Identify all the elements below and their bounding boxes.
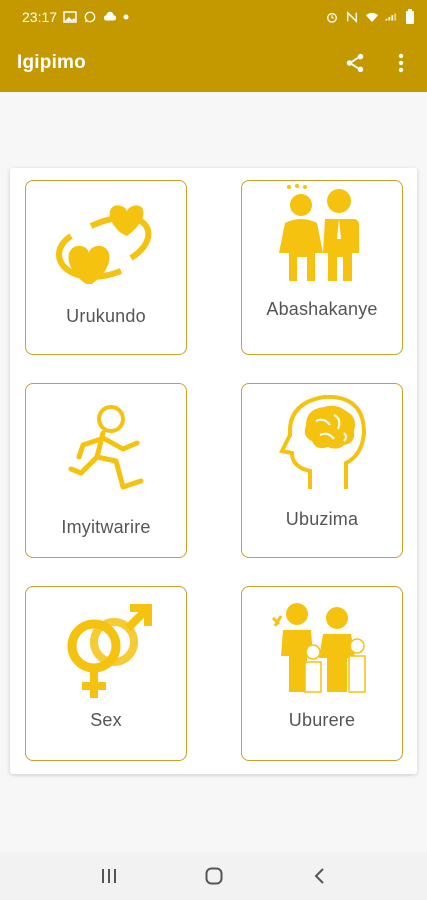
share-icon	[346, 53, 364, 73]
cloud-icon	[103, 11, 117, 21]
app-title: Igipimo	[17, 52, 86, 73]
image-icon	[63, 11, 77, 23]
tile-label: Sex	[90, 710, 122, 730]
tile-label: Imyitwarire	[61, 517, 151, 537]
alarm-icon	[327, 12, 337, 23]
recents-button[interactable]	[89, 856, 129, 896]
battery-icon	[406, 9, 414, 24]
tile-label: Abashakanye	[266, 299, 378, 319]
tile-imyitwarire[interactable]: Imyitwarire	[25, 383, 187, 558]
status-time: 23:17	[22, 9, 58, 25]
recents-icon	[101, 869, 116, 883]
tile-label: Ubuzima	[285, 509, 359, 529]
hearts-icon	[56, 205, 152, 284]
gender-symbols-icon	[67, 604, 152, 698]
share-button[interactable]	[343, 51, 367, 75]
whatsapp-icon	[84, 11, 96, 23]
system-nav-bar	[0, 852, 427, 900]
head-brain-icon	[279, 394, 367, 489]
home-button[interactable]	[194, 856, 234, 896]
tile-sex[interactable]: Sex	[25, 586, 187, 761]
signal-icon	[385, 13, 397, 21]
tile-urukundo[interactable]: Urukundo	[25, 180, 187, 355]
tile-label: Uburere	[288, 710, 356, 730]
status-bar: 23:17	[0, 0, 427, 34]
tile-label: Urukundo	[66, 306, 146, 326]
app-bar: Igipimo	[0, 34, 427, 92]
nfc-icon	[347, 11, 357, 23]
family-icon	[271, 603, 366, 693]
category-grid: Urukundo Abashakanye Imyitwarire Ubuzima…	[10, 168, 417, 774]
more-vert-icon	[398, 53, 404, 73]
more-options-button[interactable]	[389, 51, 413, 75]
running-person-icon	[68, 405, 144, 490]
dot-icon	[123, 14, 129, 20]
wifi-icon	[366, 12, 378, 23]
back-icon	[314, 868, 324, 884]
tile-ubuzima[interactable]: Ubuzima	[241, 383, 403, 558]
home-icon	[205, 867, 222, 885]
tile-uburere[interactable]: Uburere	[241, 586, 403, 761]
back-button[interactable]	[299, 856, 339, 896]
tile-abashakanye[interactable]: Abashakanye	[241, 180, 403, 355]
couple-icon	[279, 184, 359, 281]
